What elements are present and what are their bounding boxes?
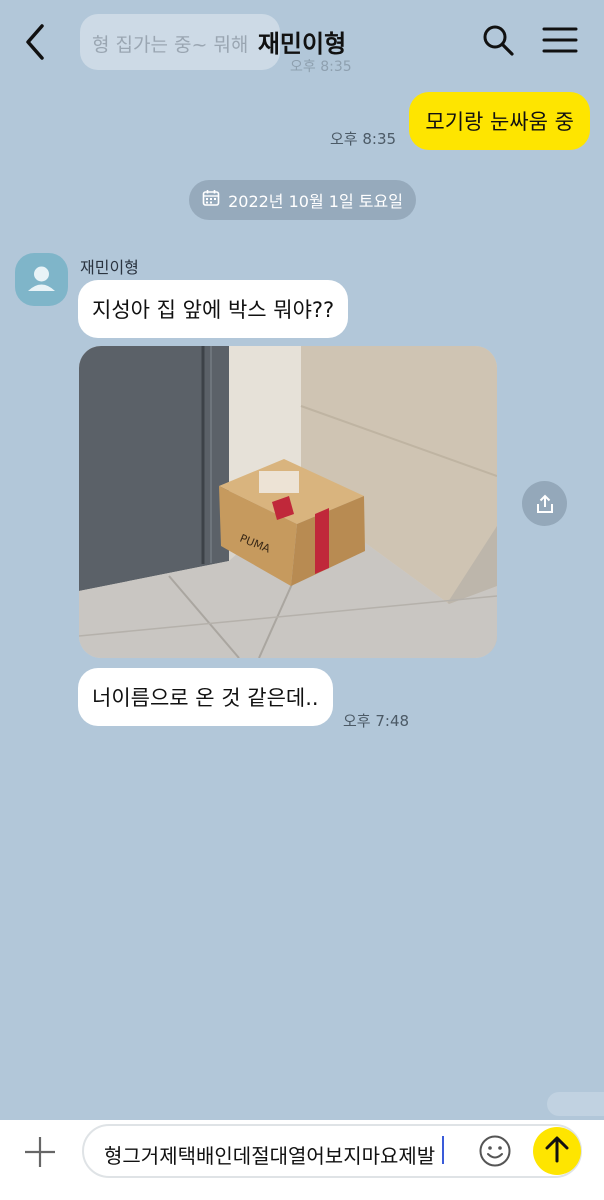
their-message-time: 오후 7:48 [343,712,410,730]
their-message-bubble[interactable]: 지성아 집 앞에 박스 뭐야?? [78,280,349,338]
text-caret [442,1136,444,1164]
scroll-hint [547,1092,604,1116]
search-icon[interactable] [480,22,516,58]
their-message-bubble[interactable]: 너이름으로 온 것 같은데.. [78,668,333,726]
share-button[interactable] [522,481,567,526]
calendar-icon [202,189,220,211]
send-button[interactable] [533,1127,581,1175]
my-message-time: 오후 8:35 [330,130,397,148]
faded-previous-time: 오후 8:35 [290,59,352,75]
their-message-text: 너이름으로 온 것 같은데.. [92,686,319,710]
avatar[interactable] [15,253,68,306]
photo-message[interactable]: PUMA [79,346,497,658]
sender-name: 재민이형 [80,258,139,277]
their-message-text: 지성아 집 앞에 박스 뭐야?? [92,298,335,322]
plus-icon[interactable] [22,1134,58,1170]
date-label: 2022년 10월 1일 토요일 [228,192,403,211]
my-message-bubble[interactable]: 모기랑 눈싸움 중 [409,92,590,150]
message-input-text[interactable]: 형그거제택배인데절대열어보지마요제발 [104,1140,435,1169]
send-arrow-icon [544,1135,570,1167]
date-divider: 2022년 10월 1일 토요일 [189,180,416,220]
emoji-icon[interactable] [478,1134,512,1168]
my-message-text: 모기랑 눈싸움 중 [425,110,574,134]
hamburger-menu-icon[interactable] [540,24,580,56]
